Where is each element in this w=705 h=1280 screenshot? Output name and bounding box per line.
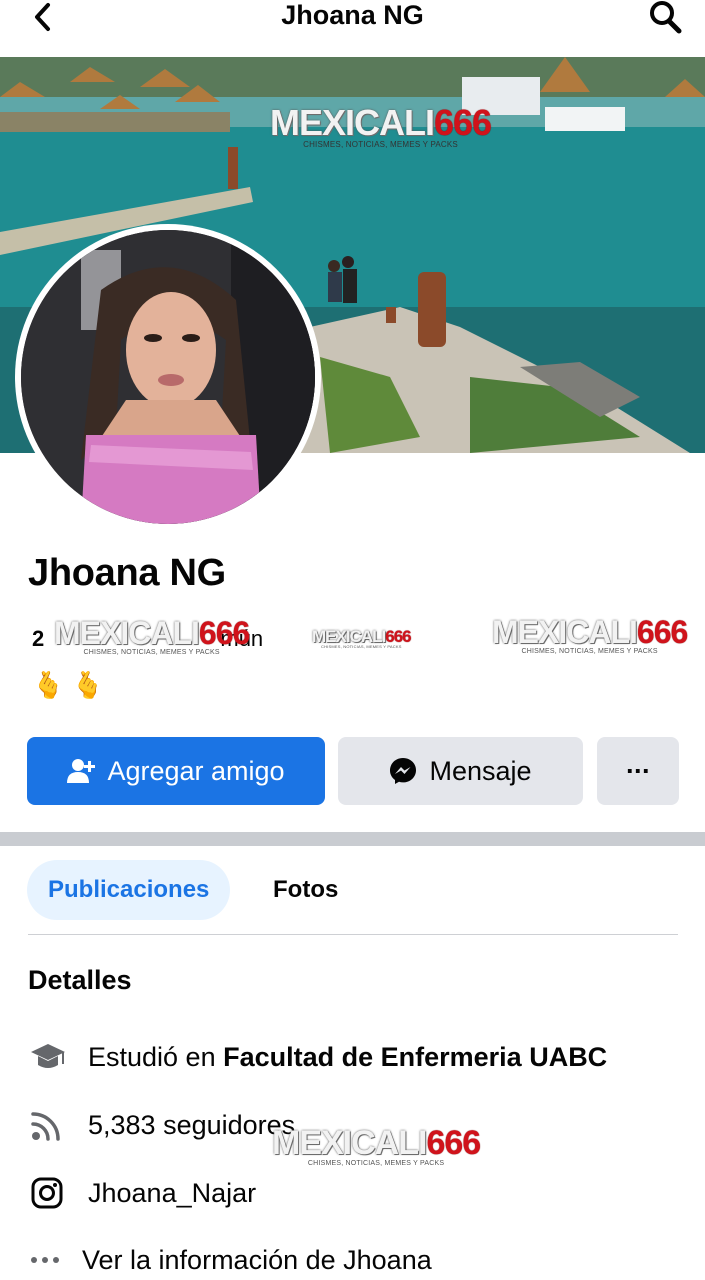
watermark: MEXICALI666 CHISMES, NOTICIAS, MEMES Y P… <box>270 102 492 149</box>
watermark-number: 666 <box>434 102 492 143</box>
watermark: MEXICALI666 CHISMES, NOTICIAS, MEMES Y P… <box>272 1124 481 1167</box>
watermark-number: 666 <box>426 1124 481 1162</box>
instagram-icon <box>30 1176 74 1210</box>
message-button[interactable]: Mensaje <box>338 737 583 805</box>
education-prefix: Estudió en <box>88 1041 224 1072</box>
watermark-brand: MEXICALI <box>54 615 200 651</box>
watermark-brand: MEXICALI <box>492 614 638 650</box>
tab-fotos[interactable]: Fotos <box>252 860 359 920</box>
tabs-divider <box>28 934 678 935</box>
tab-publicaciones[interactable]: Publicaciones <box>27 860 231 920</box>
watermark: MEXICALI666 CHISMES, NOTICIAS, MEMES Y P… <box>54 615 250 656</box>
graduation-cap-icon <box>30 1041 74 1073</box>
section-divider <box>0 832 705 846</box>
watermark-tagline: CHISMES, NOTICIAS, MEMES Y PACKS <box>303 140 458 149</box>
education-place: Facultad de Enfermeria UABC <box>223 1041 608 1072</box>
details-heading: Detalles <box>28 965 132 995</box>
instagram-handle: Jhoana_Najar <box>88 1177 257 1208</box>
watermark: MEXICALI666 CHISMES, NOTICIAS, MEMES Y P… <box>312 628 412 649</box>
detail-education[interactable]: Estudió en Facultad de Enfermeria UABC <box>30 1037 607 1077</box>
add-friend-button[interactable]: Agregar amigo <box>27 737 325 805</box>
followers-count: 5,383 seguidores <box>88 1109 296 1140</box>
page-title: Jhoana NG <box>281 0 424 30</box>
more-options-button[interactable]: ··· <box>597 737 679 805</box>
see-more-info[interactable]: Ver la información de Jhoana <box>30 1240 432 1280</box>
search-button[interactable] <box>645 0 685 34</box>
messenger-icon <box>389 757 417 785</box>
watermark: MEXICALI666 CHISMES, NOTICIAS, MEMES Y P… <box>492 614 688 655</box>
search-icon <box>650 1 682 34</box>
mutual-count: 2 <box>32 626 45 651</box>
avatar-photo <box>21 230 315 524</box>
profile-picture[interactable] <box>15 224 321 530</box>
avatar <box>21 230 315 524</box>
detail-followers[interactable]: 5,383 seguidores <box>30 1105 295 1145</box>
watermark-tagline: CHISMES, NOTICIAS, MEMES Y PACKS <box>83 649 220 656</box>
watermark-brand: MEXICALI <box>272 1124 427 1162</box>
watermark-number: 666 <box>198 615 250 651</box>
watermark-brand: MEXICALI <box>270 102 435 143</box>
add-friend-label: Agregar amigo <box>107 755 285 786</box>
ellipsis-icon <box>30 1255 68 1265</box>
see-more-label: Ver la información de Jhoana <box>82 1244 432 1275</box>
rss-icon <box>30 1108 74 1142</box>
watermark-tagline: CHISMES, NOTICIAS, MEMES Y PACKS <box>521 648 658 655</box>
add-person-icon <box>67 758 96 784</box>
watermark-number: 666 <box>636 614 688 650</box>
top-bar: Jhoana NG <box>0 0 705 57</box>
message-label: Mensaje <box>429 755 532 786</box>
hands-emoji: 🫰 🫰 <box>32 670 104 700</box>
more-icon: ··· <box>626 755 651 786</box>
detail-instagram[interactable]: Jhoana_Najar <box>30 1173 256 1213</box>
profile-name: Jhoana NG <box>28 552 226 594</box>
watermark-tagline: CHISMES, NOTICIAS, MEMES Y PACKS <box>320 644 402 649</box>
